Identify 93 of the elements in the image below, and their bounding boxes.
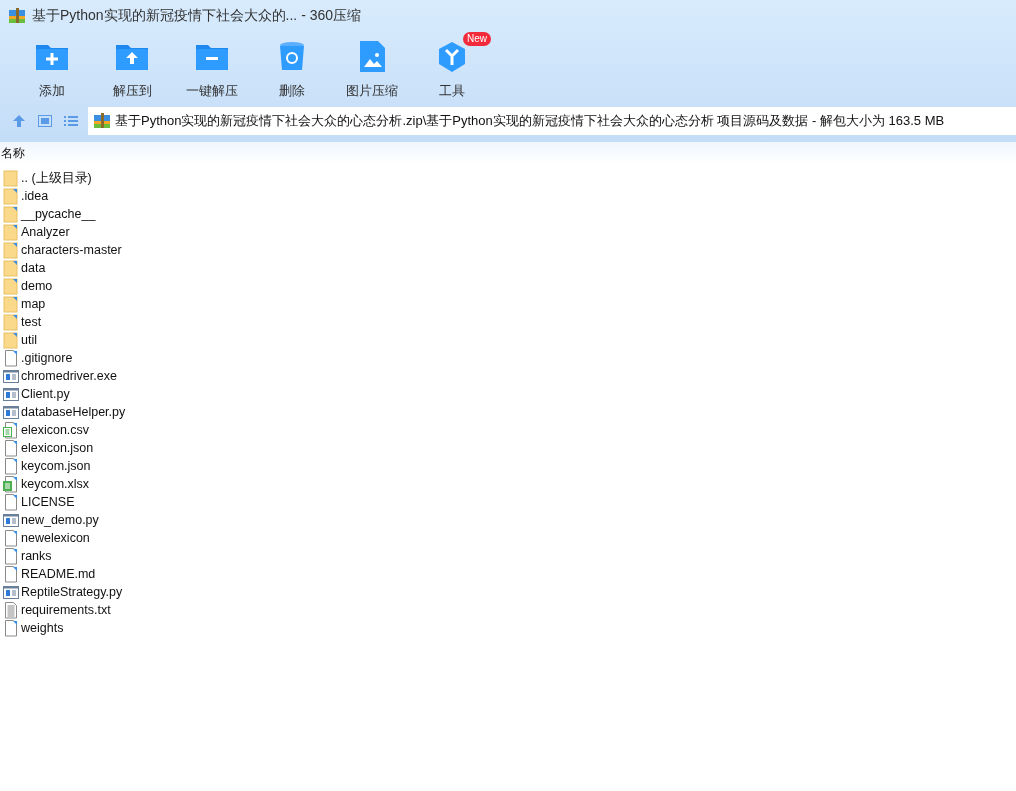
toolbar-button[interactable]: 工具 New [412,32,492,102]
archive-icon [93,112,111,130]
spreadsheet-file-icon [3,421,19,439]
file-name: characters-master [21,243,122,257]
toolbar-button[interactable]: 删除 [252,32,332,102]
spreadsheet-file-icon [3,475,19,493]
folder-icon [3,313,19,331]
file-row[interactable]: ranks [0,547,1016,565]
file-name: elexicon.csv [21,423,90,437]
file-row[interactable]: weights [0,619,1016,637]
file-name: LICENSE [21,495,75,509]
file-name: util [21,333,37,347]
text-file-icon [3,601,19,619]
file-name: keycom.xlsx [21,477,90,491]
file-name: .idea [21,189,49,203]
program-window-icon [3,385,19,403]
file-name: chromedriver.exe [21,369,117,383]
file-row[interactable]: map [0,295,1016,313]
file-row[interactable]: README.md [0,565,1016,583]
file-icon [3,547,19,565]
file-row[interactable]: Client.py [0,385,1016,403]
file-row[interactable]: util [0,331,1016,349]
file-row[interactable]: __pycache__ [0,205,1016,223]
file-name: map [21,297,46,311]
file-row[interactable]: new_demo.py [0,511,1016,529]
file-row[interactable]: .gitignore [0,349,1016,367]
archive-icon [8,7,26,25]
file-name: databaseHelper.py [21,405,126,419]
folder-icon [3,331,19,349]
file-name: Client.py [21,387,70,401]
file-row[interactable]: test [0,313,1016,331]
file-row[interactable]: ReptileStrategy.py [0,583,1016,601]
file-icon [3,619,19,637]
file-row[interactable]: databaseHelper.py [0,403,1016,421]
window-title: 基于Python实现的新冠疫情下社会大众的... - 360压缩 [32,7,362,25]
file-icon [3,439,19,457]
file-icon [3,493,19,511]
file-icon [3,457,19,475]
file-name: newelexicon [21,531,90,545]
folder-icon [3,169,19,187]
up-arrow-icon [12,114,26,128]
file-row[interactable]: keycom.json [0,457,1016,475]
file-icon [3,565,19,583]
file-name: weights [21,621,64,635]
file-row[interactable]: .. (上级目录) [0,169,1016,187]
file-row[interactable]: keycom.xlsx [0,475,1016,493]
toolbar-button[interactable]: 一键解压 [172,32,252,102]
file-name: data [21,261,46,275]
file-name: elexicon.json [21,441,94,455]
toolbar-button[interactable]: 图片压缩 [332,32,412,102]
file-row[interactable]: requirements.txt [0,601,1016,619]
file-name: ReptileStrategy.py [21,585,123,599]
file-row[interactable]: .idea [0,187,1016,205]
toolbar-button[interactable]: 解压到 [92,32,172,102]
file-name: Analyzer [21,225,70,239]
file-name: new_demo.py [21,513,99,527]
file-row[interactable]: data [0,259,1016,277]
file-name: .gitignore [21,351,73,365]
program-window-icon [3,367,19,385]
folder-icon [3,241,19,259]
file-row[interactable]: LICENSE [0,493,1016,511]
file-row[interactable]: demo [0,277,1016,295]
file-row[interactable]: characters-master [0,241,1016,259]
address-bar[interactable]: 基于Python实现的新冠疫情下社会大众的心态分析.zip\基于Python实现的新冠疫情下社会大众的心态分析 项目源码及数据 - 解包大小为 163.5 MB [88,107,1016,135]
program-window-icon [3,403,19,421]
file-row[interactable]: chromedriver.exe [0,367,1016,385]
thumbnail-view-icon [38,114,52,128]
folder-icon [3,295,19,313]
file-icon [3,529,19,547]
file-name: requirements.txt [21,603,111,617]
folder-icon [3,223,19,241]
file-row[interactable]: elexicon.json [0,439,1016,457]
folder-icon [3,277,19,295]
file-name: README.md [21,567,96,581]
list-view-icon [64,114,78,128]
folder-icon [3,187,19,205]
column-header[interactable]: 名称 [0,145,28,164]
new-badge: New [463,32,491,46]
file-icon [3,349,19,367]
folder-icon [3,205,19,223]
program-window-icon [3,511,19,529]
file-name: ranks [21,549,52,563]
file-row[interactable]: Analyzer [0,223,1016,241]
file-name: .. (上级目录) [21,169,92,187]
file-name: __pycache__ [21,207,96,221]
file-row[interactable]: newelexicon [0,529,1016,547]
file-name: test [21,315,42,329]
folder-icon [3,259,19,277]
file-name: keycom.json [21,459,91,473]
file-row[interactable]: elexicon.csv [0,421,1016,439]
program-window-icon [3,583,19,601]
toolbar-button[interactable]: 添加 [12,32,92,102]
file-name: demo [21,279,53,293]
